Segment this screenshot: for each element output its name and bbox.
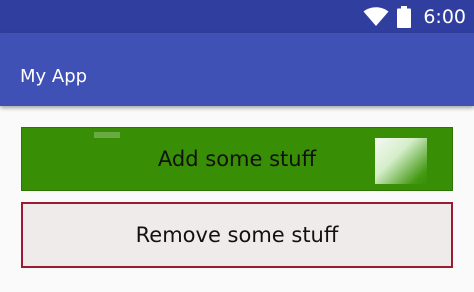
ripple-highlight [94, 132, 120, 138]
status-icons: 6:00 [363, 0, 466, 33]
battery-icon [397, 5, 412, 28]
status-bar: 6:00 [0, 0, 474, 33]
app-bar: My App [0, 33, 474, 106]
remove-stuff-button[interactable]: Remove some stuff [21, 202, 453, 268]
add-stuff-button[interactable]: Add some stuff [21, 127, 453, 191]
wifi-icon [363, 6, 389, 27]
remove-stuff-label: Remove some stuff [135, 223, 339, 247]
app-title: My App [20, 66, 88, 87]
ripple-effect [375, 138, 427, 184]
add-stuff-label: Add some stuff [157, 147, 317, 171]
status-clock: 6:00 [423, 5, 466, 28]
